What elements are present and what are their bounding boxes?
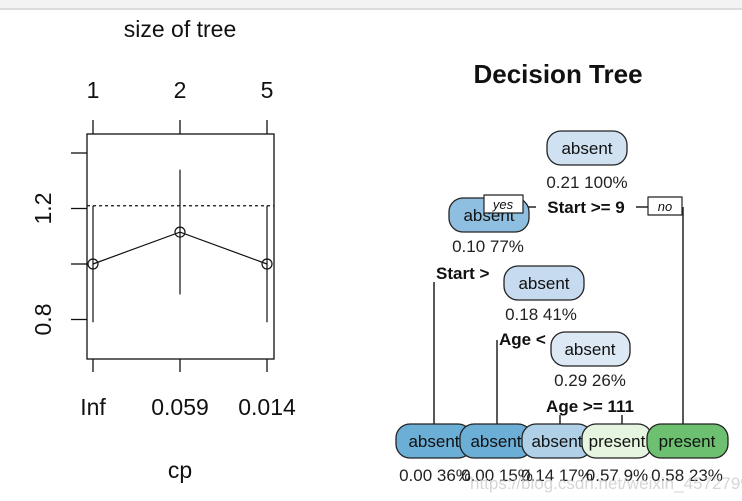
x-axis-tick-label: 0.014 <box>238 394 296 420</box>
x-axis-tick-label: Inf <box>80 394 106 420</box>
cp-plot-title: size of tree <box>124 16 237 42</box>
top-axis-tick-label: 1 <box>87 77 100 103</box>
branch-yes-label: yes <box>483 194 524 214</box>
branch-no-label: no <box>647 196 683 216</box>
svg-text:absent: absent <box>561 139 612 158</box>
svg-text:present: present <box>589 432 646 451</box>
node-root: absent 0.21 100% <box>546 130 628 192</box>
x-axis-label: cp <box>168 457 192 483</box>
node-stats: 0.21 100% <box>546 173 627 192</box>
split-age-lt: Age < <box>499 330 546 349</box>
decision-tree: Decision Tree absent 0.21 100% absent 0.… <box>395 59 729 485</box>
figure: size of tree 1 2 5 Inf 0.059 0.014 0.8 1.2 cp… <box>30 16 729 485</box>
split-start-9: Start >= 9 <box>547 198 625 217</box>
y-axis-tick-label: 1.2 <box>30 193 56 225</box>
svg-text:absent: absent <box>470 432 521 451</box>
top-axis-tick-label: 5 <box>261 77 274 103</box>
split-start: Start > <box>436 264 489 283</box>
top-axis-tick-label: 2 <box>174 77 187 103</box>
y-axis-tick-label: 0.8 <box>30 304 56 336</box>
svg-text:no: no <box>658 199 672 214</box>
svg-text:absent: absent <box>531 432 582 451</box>
node-stats: 0.29 26% <box>554 371 626 390</box>
svg-text:present: present <box>659 432 716 451</box>
node-4: absent 0.29 26% <box>550 331 631 390</box>
split-age-111: Age >= 111 <box>546 397 634 416</box>
node-3: absent 0.18 41% <box>503 265 585 324</box>
svg-text:absent: absent <box>564 340 615 359</box>
tree-title: Decision Tree <box>473 59 642 89</box>
x-axis-tick-label: 0.059 <box>151 394 209 420</box>
svg-text:absent: absent <box>408 432 459 451</box>
svg-text:yes: yes <box>492 197 514 212</box>
node-stats: 0.18 41% <box>505 305 577 324</box>
node-stats: 0.10 77% <box>452 237 524 256</box>
cp-plot: size of tree 1 2 5 Inf 0.059 0.014 0.8 1.2 cp <box>30 16 296 483</box>
watermark: https://blog.csdn.net/weixin_45727991 <box>470 474 742 493</box>
svg-text:absent: absent <box>518 274 569 293</box>
